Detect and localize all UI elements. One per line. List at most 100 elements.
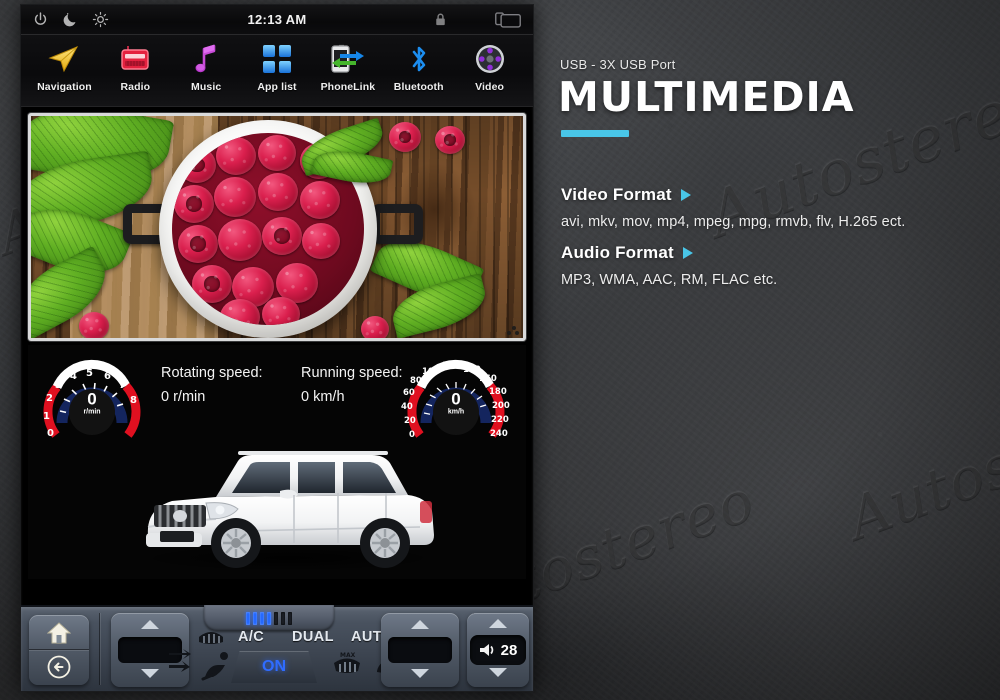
nav-item-phonelink[interactable]: PhoneLink <box>312 39 383 93</box>
speedometer-unit: km/h <box>447 408 465 416</box>
music-note-icon <box>192 39 220 79</box>
audio-format-heading: Audio Format <box>561 243 693 263</box>
svg-text:6: 6 <box>104 371 111 382</box>
audio-format-list: MP3, WMA, AAC, RM, FLAC etc. <box>561 272 778 288</box>
ac-label[interactable]: A/C <box>238 629 264 645</box>
temp-up-arrow-left[interactable] <box>141 620 159 629</box>
white-suv-image <box>146 451 434 568</box>
rotating-speed-value: 0 r/min <box>161 389 206 405</box>
nav-item-video[interactable]: Video <box>454 39 525 93</box>
svg-text:220: 220 <box>491 415 509 425</box>
svg-text:180: 180 <box>489 387 507 397</box>
lock-icon[interactable] <box>432 11 449 28</box>
right-temp-display <box>388 637 452 663</box>
pot-handle-right <box>371 204 423 244</box>
nav-label: Music <box>191 81 222 93</box>
svg-text:8: 8 <box>130 395 137 406</box>
divider <box>29 649 89 650</box>
climate-control-bar: A/C DUAL AUTO ON MAX 28 <box>21 605 533 691</box>
temp-down-arrow-right[interactable] <box>411 669 429 678</box>
running-speed-readout: Running speed: 0 km/h <box>301 361 403 409</box>
nav-label: PhoneLink <box>320 81 376 93</box>
berry <box>389 122 421 152</box>
bluetooth-icon <box>407 39 431 79</box>
app-nav-row: Navigation Radio Music App list PhoneLin… <box>21 35 533 107</box>
temp-down-arrow-left[interactable] <box>141 669 159 678</box>
svg-text:200: 200 <box>492 401 510 411</box>
running-speed-value: 0 km/h <box>301 389 345 405</box>
right-temp-pad[interactable] <box>381 613 459 687</box>
nav-item-music[interactable]: Music <box>171 39 242 93</box>
speaker-icon <box>479 644 493 656</box>
climate-on-button[interactable]: ON <box>231 651 317 683</box>
rotating-speed-readout: Rotating speed: 0 r/min <box>161 361 263 409</box>
nav-label: Navigation <box>37 81 92 93</box>
nav-item-bluetooth[interactable]: Bluetooth <box>383 39 454 93</box>
svg-text:20: 20 <box>404 416 416 426</box>
on-label: ON <box>262 658 286 675</box>
nav-item-radio[interactable]: Radio <box>100 39 171 93</box>
nav-label: Radio <box>120 81 151 93</box>
speedometer-readout: 0 km/h <box>448 390 464 415</box>
tachometer-unit: r/min <box>83 408 101 416</box>
seat-airflow-icon[interactable] <box>201 651 235 681</box>
svg-text:0: 0 <box>47 428 54 439</box>
max-front-defrost-icon[interactable]: MAX <box>331 651 363 679</box>
dual-label[interactable]: DUAL <box>292 629 334 645</box>
car-stereo-device: 12:13 AM Navigation Radio Music App list… <box>20 4 534 692</box>
svg-text:160: 160 <box>479 374 497 384</box>
accent-rule <box>561 130 629 137</box>
svg-text:2: 2 <box>46 393 53 404</box>
fan-bar <box>253 611 257 625</box>
berry <box>361 316 389 338</box>
dashboard-panel: 012 345 678 0 r/min 0 20 40 60 80 100 12… <box>28 345 526 579</box>
svg-text:MAX: MAX <box>340 652 356 659</box>
eyebrow-text: USB - 3X USB Port <box>560 57 676 72</box>
volume-up-arrow[interactable] <box>489 619 507 628</box>
volume-display: 28 <box>470 635 526 665</box>
status-bar: 12:13 AM <box>21 5 533 35</box>
volume-pad[interactable]: 28 <box>467 613 529 687</box>
video-format-list: avi, mkv, mov, mp4, mpeg, mpg, rmvb, flv… <box>561 214 906 230</box>
svg-text:120: 120 <box>442 361 460 371</box>
video-disc-icon <box>475 39 505 79</box>
status-bar-right-icons <box>432 11 521 29</box>
speedometer-gauge: 0 20 40 60 80 100 120 140 160 180 200 220 240 0 … <box>400 351 512 443</box>
fan-bar <box>260 611 264 625</box>
svg-text:240: 240 <box>490 429 508 439</box>
fan-bar <box>267 611 271 625</box>
temp-up-arrow-right[interactable] <box>411 620 429 629</box>
rotating-speed-label: Rotating speed: <box>161 365 263 381</box>
svg-text:40: 40 <box>401 402 413 412</box>
running-speed-label: Running speed: <box>301 365 403 381</box>
fan-bar <box>246 611 250 625</box>
tachometer-value: 0 <box>87 389 97 409</box>
phonelink-icon <box>330 39 366 79</box>
svg-text:60: 60 <box>403 388 415 398</box>
svg-text:100: 100 <box>422 367 440 377</box>
page-title: MULTIMEDIA <box>558 73 855 121</box>
berry <box>435 126 465 154</box>
navigation-arrow-icon <box>47 39 81 79</box>
triangle-bullet-icon <box>682 247 693 259</box>
nav-label: Bluetooth <box>393 81 444 93</box>
volume-value: 28 <box>500 641 518 659</box>
back-arrow-icon[interactable] <box>47 655 71 679</box>
volume-down-arrow[interactable] <box>489 668 507 677</box>
rear-defrost-icon[interactable] <box>197 627 225 647</box>
video-format-heading: Video Format <box>561 185 691 205</box>
svg-text:5: 5 <box>86 368 93 379</box>
svg-text:3: 3 <box>55 380 62 391</box>
svg-text:1: 1 <box>43 411 50 422</box>
nav-item-navigation[interactable]: Navigation <box>29 39 100 93</box>
berry <box>79 312 109 338</box>
fan-bar <box>288 611 292 625</box>
screens-icon[interactable] <box>495 11 521 29</box>
fan-bar <box>274 611 278 625</box>
media-photo-panel[interactable] <box>28 113 526 341</box>
airflow-recirculate-icon[interactable] <box>167 645 197 681</box>
triangle-bullet-icon <box>680 189 691 201</box>
nav-item-app-list[interactable]: App list <box>242 39 313 93</box>
resize-corner-icon[interactable] <box>506 324 520 336</box>
home-icon[interactable] <box>47 622 71 644</box>
